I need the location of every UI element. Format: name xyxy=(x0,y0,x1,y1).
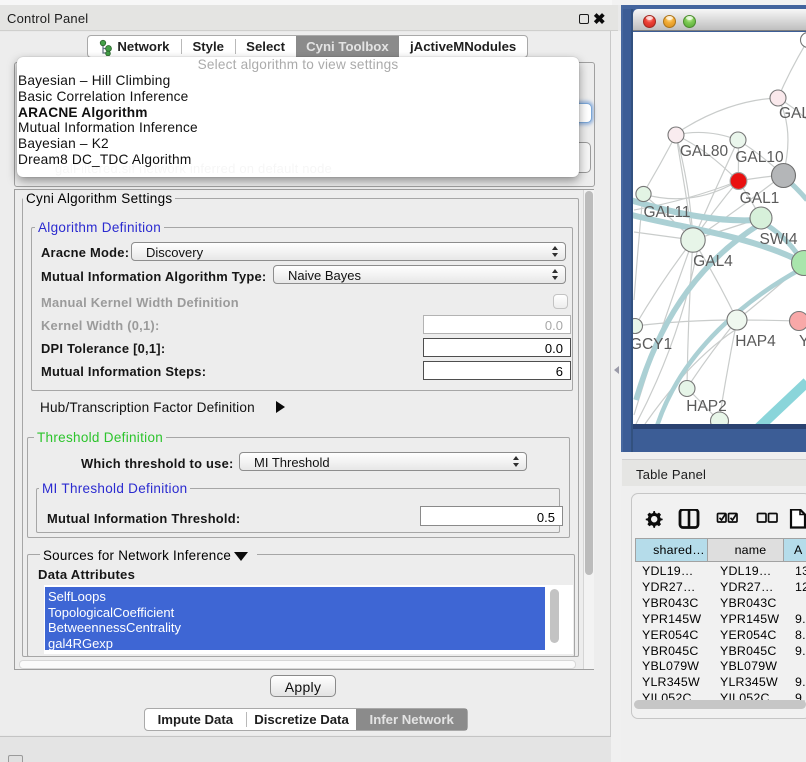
svg-text:HAP2: HAP2 xyxy=(686,398,727,415)
svg-text:GAL11: GAL11 xyxy=(643,204,690,221)
svg-text:HAP4: HAP4 xyxy=(735,333,776,350)
svg-text:Y: Y xyxy=(799,333,806,350)
svg-text:GAL10: GAL10 xyxy=(735,149,784,166)
svg-text:SWI4: SWI4 xyxy=(760,231,798,248)
svg-text:GAL80: GAL80 xyxy=(680,143,729,160)
svg-text:GAL4: GAL4 xyxy=(693,253,733,270)
svg-text:GAL1: GAL1 xyxy=(740,190,780,207)
svg-text:GAL2: GAL2 xyxy=(779,105,806,122)
svg-text:GCY1: GCY1 xyxy=(633,336,672,353)
